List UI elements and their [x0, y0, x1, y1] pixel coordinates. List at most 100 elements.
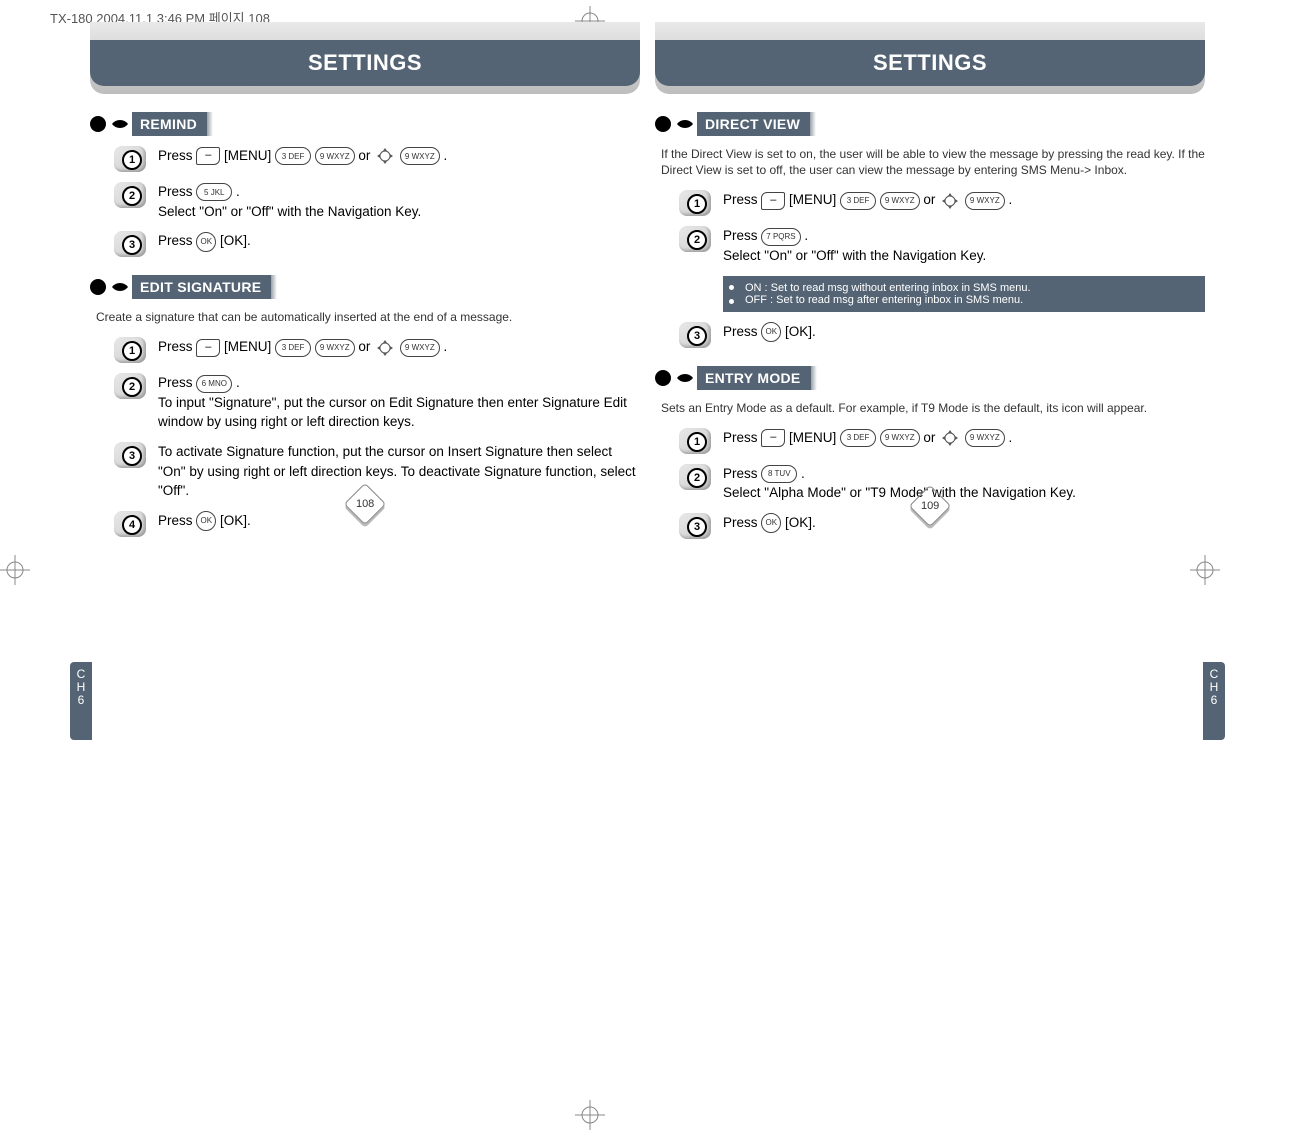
bullet-icon	[655, 370, 671, 386]
banner: SETTINGS	[90, 22, 640, 94]
arc-icon	[112, 277, 128, 297]
step-text: Press – [MENU] 3 DEF 9 WXYZ or 9 WXYZ .	[723, 428, 1012, 448]
step-text: Press – [MENU] 3 DEF 9 WXYZ or 9 WXYZ .	[158, 146, 447, 166]
step: 3 Press OK [OK].	[114, 231, 640, 257]
note-line: ON : Set to read msg without entering in…	[745, 282, 1195, 294]
crop-mark-icon	[0, 555, 30, 585]
step-text: Press OK [OK].	[723, 322, 816, 342]
bullet-icon	[729, 299, 734, 304]
section-label: EDIT SIGNATURE	[132, 275, 271, 299]
key-ok-icon: OK	[196, 232, 216, 252]
crop-mark-icon	[1190, 555, 1220, 585]
step-text: Press 5 JKL . Select "On" or "Off" with …	[158, 182, 421, 221]
nav-dpad-icon	[941, 429, 959, 447]
step: 1 Press – [MENU] 3 DEF 9 WXYZ or 9 WXYZ …	[679, 190, 1205, 216]
step-text: To activate Signature function, put the …	[158, 442, 640, 501]
note-box: ON : Set to read msg without entering in…	[723, 276, 1205, 312]
key-9-icon: 9 WXYZ	[400, 147, 440, 165]
banner-title: SETTINGS	[90, 40, 640, 86]
step: 1 Press – [MENU] 3 DEF 9 WXYZ or 9 WXYZ …	[679, 428, 1205, 454]
key-ok-icon: OK	[196, 511, 216, 531]
chapter-tab: C H 6	[70, 662, 92, 740]
step-badge-icon: 3	[114, 442, 146, 468]
softkey-icon: –	[761, 429, 785, 447]
step-text: Press 6 MNO . To input "Signature", put …	[158, 373, 640, 432]
arc-icon	[677, 368, 693, 388]
section-intro: Create a signature that can be automatic…	[96, 309, 640, 325]
section-label: DIRECT VIEW	[697, 112, 810, 136]
section-intro: Sets an Entry Mode as a default. For exa…	[661, 400, 1205, 416]
step: 3 Press OK [OK].	[679, 322, 1205, 348]
arc-icon	[677, 114, 693, 134]
note-line: OFF : Set to read msg after entering inb…	[745, 294, 1195, 306]
key-6-icon: 6 MNO	[196, 375, 232, 393]
step-badge-icon: 3	[679, 322, 711, 348]
section-remind: REMIND	[90, 112, 640, 136]
step-text: Press 8 TUV . Select "Alpha Mode" or "T9…	[723, 464, 1076, 503]
step-text: Press – [MENU] 3 DEF 9 WXYZ or 9 WXYZ .	[158, 337, 447, 357]
key-9-icon: 9 WXYZ	[965, 192, 1005, 210]
arc-icon	[112, 114, 128, 134]
key-9-icon: 9 WXYZ	[880, 192, 920, 210]
key-9-icon: 9 WXYZ	[315, 339, 355, 357]
step-text: Press OK [OK].	[723, 513, 816, 533]
step-badge-icon: 1	[114, 146, 146, 172]
key-3-icon: 3 DEF	[840, 429, 876, 447]
bullet-icon	[90, 116, 106, 132]
key-9-icon: 9 WXYZ	[315, 147, 355, 165]
step-badge-icon: 3	[114, 231, 146, 257]
step: 2 Press 7 PQRS . Select "On" or "Off" wi…	[679, 226, 1205, 265]
softkey-icon: –	[196, 339, 220, 357]
key-9-icon: 9 WXYZ	[400, 339, 440, 357]
softkey-icon: –	[196, 147, 220, 165]
step-text: Press – [MENU] 3 DEF 9 WXYZ or 9 WXYZ .	[723, 190, 1012, 210]
page-number: 109	[915, 491, 945, 521]
page-right: SETTINGS DIRECT VIEW If the Direct View …	[655, 22, 1205, 549]
step-badge-icon: 1	[114, 337, 146, 363]
nav-dpad-icon	[941, 192, 959, 210]
key-3-icon: 3 DEF	[840, 192, 876, 210]
step-text: Press 7 PQRS . Select "On" or "Off" with…	[723, 226, 986, 265]
page-number: 108	[350, 489, 380, 519]
step-badge-icon: 3	[679, 513, 711, 539]
section-label: REMIND	[132, 112, 207, 136]
key-3-icon: 3 DEF	[275, 339, 311, 357]
step-badge-icon: 1	[679, 428, 711, 454]
key-9-icon: 9 WXYZ	[880, 429, 920, 447]
section-intro: If the Direct View is set to on, the use…	[661, 146, 1205, 178]
chapter-tab: C H 6	[1203, 662, 1225, 740]
page-left: SETTINGS REMIND 1 Press – [MENU] 3 DEF 9…	[90, 22, 640, 547]
step-badge-icon: 2	[679, 226, 711, 252]
banner: SETTINGS	[655, 22, 1205, 94]
key-8-icon: 8 TUV	[761, 465, 797, 483]
section-edit-signature: EDIT SIGNATURE	[90, 275, 640, 299]
key-3-icon: 3 DEF	[275, 147, 311, 165]
bullet-icon	[729, 285, 734, 290]
step: 2 Press 6 MNO . To input "Signature", pu…	[114, 373, 640, 432]
step-badge-icon: 2	[114, 182, 146, 208]
banner-title: SETTINGS	[655, 40, 1205, 86]
softkey-icon: –	[761, 192, 785, 210]
step: 1 Press – [MENU] 3 DEF 9 WXYZ or 9 WXYZ …	[114, 146, 640, 172]
crop-mark-icon	[575, 1100, 605, 1130]
bullet-icon	[90, 279, 106, 295]
nav-dpad-icon	[376, 147, 394, 165]
step-badge-icon: 4	[114, 511, 146, 537]
section-direct-view: DIRECT VIEW	[655, 112, 1205, 136]
bullet-icon	[655, 116, 671, 132]
section-label: ENTRY MODE	[697, 366, 811, 390]
step-text: Press OK [OK].	[158, 511, 251, 531]
nav-dpad-icon	[376, 339, 394, 357]
step-badge-icon: 2	[679, 464, 711, 490]
step-badge-icon: 1	[679, 190, 711, 216]
key-5-icon: 5 JKL	[196, 183, 232, 201]
step-badge-icon: 2	[114, 373, 146, 399]
key-ok-icon: OK	[761, 322, 781, 342]
step: 2 Press 5 JKL . Select "On" or "Off" wit…	[114, 182, 640, 221]
key-7-icon: 7 PQRS	[761, 228, 800, 246]
step-text: Press OK [OK].	[158, 231, 251, 251]
key-9-icon: 9 WXYZ	[965, 429, 1005, 447]
section-entry-mode: ENTRY MODE	[655, 366, 1205, 390]
key-ok-icon: OK	[761, 513, 781, 533]
step: 1 Press – [MENU] 3 DEF 9 WXYZ or 9 WXYZ …	[114, 337, 640, 363]
